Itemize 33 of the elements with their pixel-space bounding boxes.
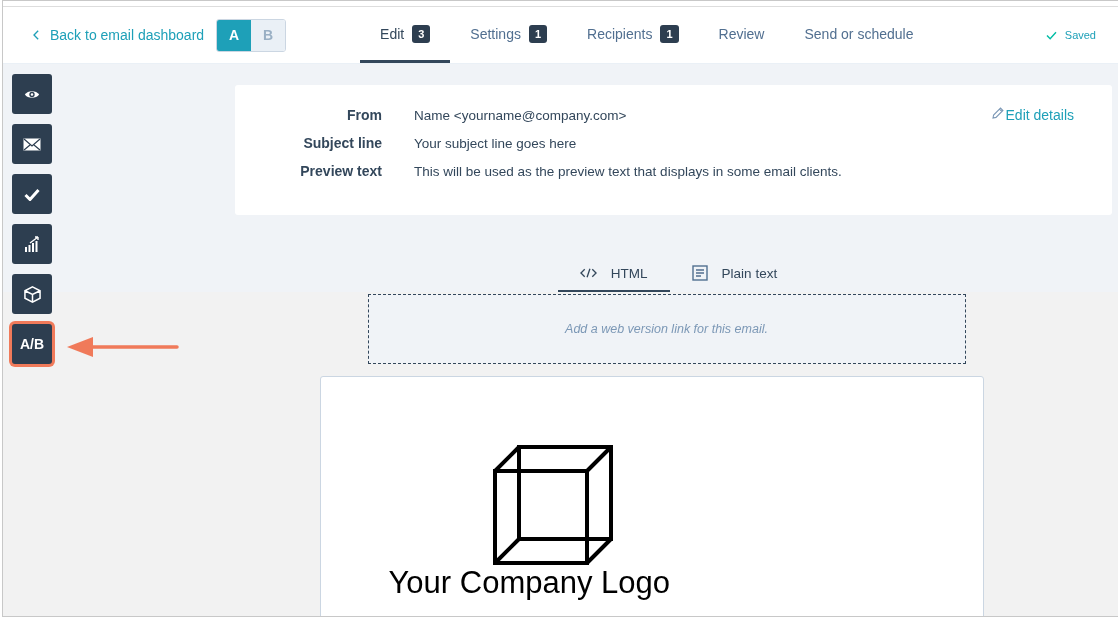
cube-logo-icon bbox=[490, 443, 615, 567]
ab-test-button[interactable]: A/B bbox=[12, 324, 52, 364]
view-tab[interactable]: Plain text bbox=[669, 257, 800, 292]
eye-icon bbox=[24, 88, 40, 100]
eye-button[interactable] bbox=[12, 74, 52, 114]
code-icon bbox=[579, 268, 597, 278]
approve-button[interactable] bbox=[12, 174, 52, 214]
cube-button[interactable] bbox=[12, 274, 52, 314]
field-value: Your subject line goes here bbox=[414, 136, 577, 151]
tick-icon bbox=[24, 187, 40, 201]
saved-status: Saved bbox=[1064, 29, 1096, 41]
envelope-button[interactable] bbox=[12, 124, 52, 164]
step-tab[interactable]: Recipients 1 bbox=[567, 7, 699, 63]
logo-text: Your Company Logo bbox=[388, 565, 670, 601]
step-tab[interactable]: Review bbox=[698, 7, 785, 63]
pencil-icon bbox=[991, 107, 1004, 119]
step-tab[interactable]: Send or schedule bbox=[784, 7, 934, 63]
field-label: Preview text bbox=[299, 163, 382, 179]
variant-toggle[interactable]: A bbox=[217, 19, 252, 51]
field-label: From bbox=[346, 107, 382, 123]
chevron-left-icon bbox=[33, 30, 40, 40]
cube-icon bbox=[23, 285, 41, 303]
edit-details-link[interactable]: Edit details bbox=[991, 107, 1074, 215]
document-icon bbox=[691, 265, 708, 281]
chart-button[interactable] bbox=[12, 224, 52, 264]
step-tab[interactable]: Settings 1 bbox=[450, 7, 568, 63]
chart-icon bbox=[24, 236, 40, 252]
envelope-icon bbox=[23, 137, 41, 151]
field-value: This will be used as the preview text that displays in some email clients. bbox=[414, 164, 842, 179]
check-icon bbox=[1045, 30, 1057, 40]
field-value: Name <yourname@company.com> bbox=[414, 108, 627, 123]
field-label: Subject line bbox=[302, 135, 382, 151]
back-link[interactable]: Back to email dashboard bbox=[33, 27, 205, 43]
